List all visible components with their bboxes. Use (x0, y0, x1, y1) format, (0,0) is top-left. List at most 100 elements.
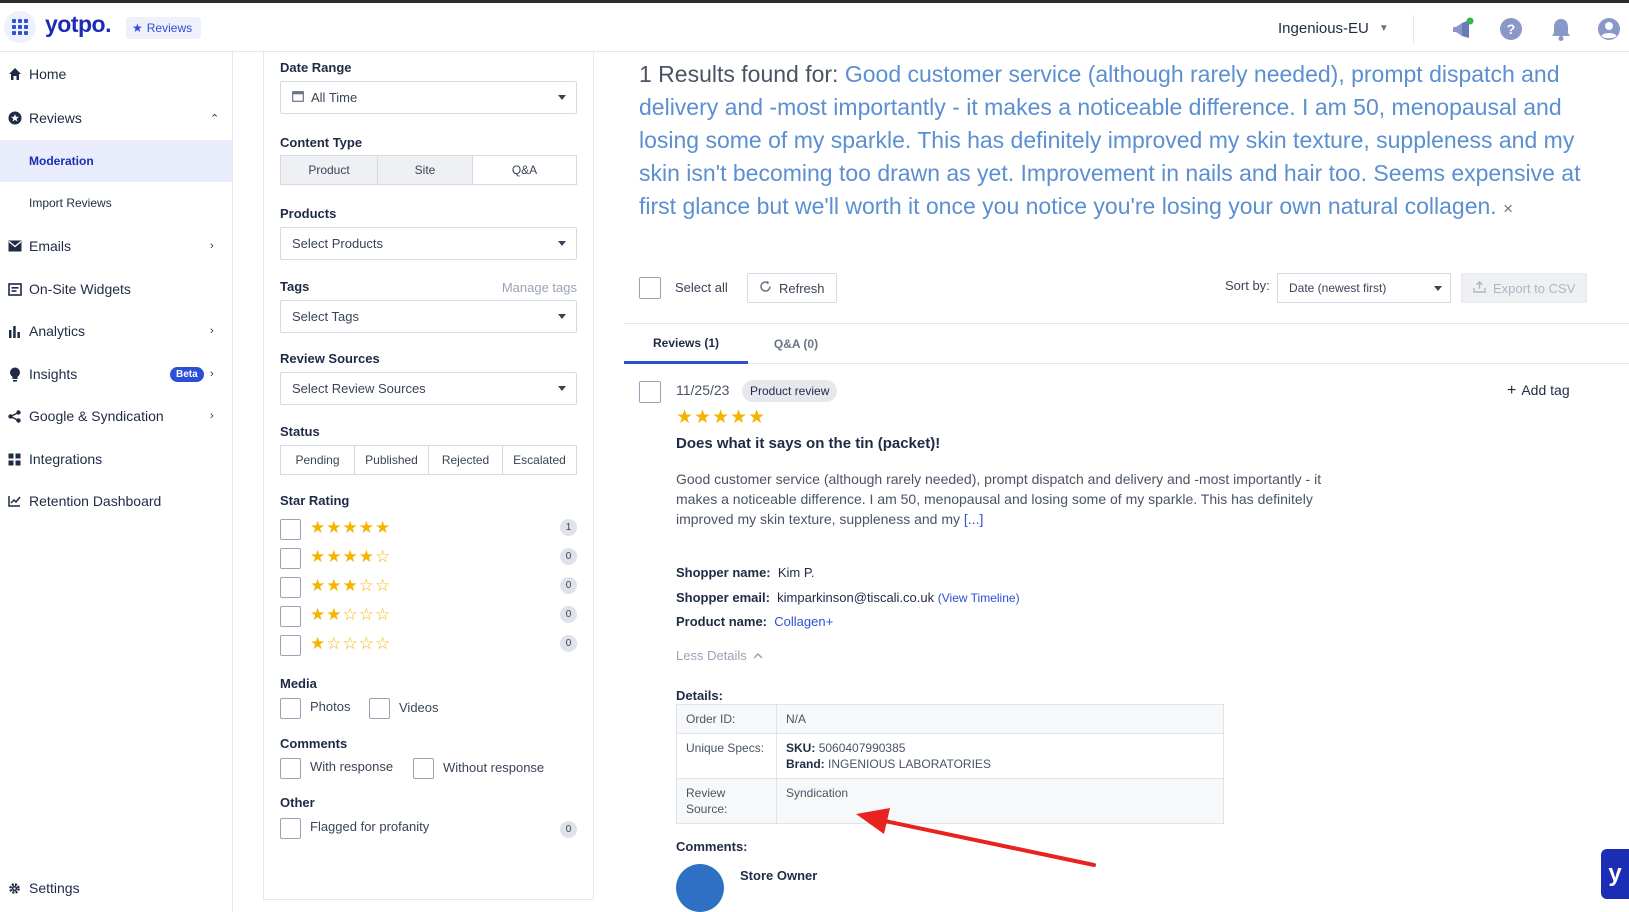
with-response-checkbox[interactable] (280, 758, 301, 779)
date-range-value: All Time (311, 90, 358, 105)
date-range-select[interactable]: All Time (280, 81, 577, 114)
less-details-toggle[interactable]: Less Details (676, 648, 763, 663)
videos-label: Videos (399, 700, 439, 715)
results-area: 1 Results found for: Good customer servi… (624, 52, 1629, 912)
nav-emails[interactable]: Emails › (0, 225, 232, 267)
videos-checkbox[interactable] (369, 698, 390, 719)
tags-title: Tags (280, 279, 310, 294)
select-all-checkbox[interactable] (639, 277, 661, 299)
without-response-label: Without response (443, 760, 545, 775)
nav-reviews[interactable]: Reviews ⌃ (0, 97, 232, 139)
sort-label: Sort by: (1225, 278, 1270, 293)
apps-grid-button[interactable] (4, 11, 36, 43)
nav-moderation[interactable]: Moderation (0, 140, 232, 182)
add-tag-button[interactable]: + Add tag (1507, 382, 1570, 400)
without-response-checkbox[interactable] (413, 758, 434, 779)
nav-settings[interactable]: Settings (0, 867, 232, 909)
nav-integrations[interactable]: Integrations (0, 438, 232, 480)
nav-label: Integrations (29, 451, 103, 467)
dropdown-arrow-icon (558, 241, 566, 246)
product-name-link[interactable]: Collagen+ (774, 614, 833, 629)
yotpo-logo[interactable]: yotpo. (45, 11, 112, 38)
grid-icon (12, 19, 28, 35)
nav-on-site-widgets[interactable]: On-Site Widgets (0, 268, 232, 310)
shopper-name-label: Shopper name: (676, 565, 771, 580)
store-selector[interactable]: Ingenious-EU ▼ (1278, 20, 1389, 37)
star-5-checkbox[interactable] (280, 519, 301, 540)
tags-select[interactable]: Select Tags (280, 300, 577, 333)
nav-analytics[interactable]: Analytics › (0, 310, 232, 352)
nav-import-reviews[interactable]: Import Reviews (0, 182, 232, 224)
filter-panel: Date Range All Time Content Type Product… (263, 52, 594, 900)
photos-checkbox[interactable] (280, 698, 301, 719)
status-pending[interactable]: Pending (281, 446, 355, 474)
manage-tags-link[interactable]: Manage tags (502, 280, 577, 295)
review-title: Does what it says on the tin (packet)! (676, 435, 941, 452)
plus-icon: + (1507, 382, 1517, 399)
nav-label: Insights (29, 366, 78, 382)
star-4-count: 0 (560, 548, 577, 565)
sku-label: SKU: (786, 741, 816, 755)
shopper-name-row: Shopper name: Kim P. (676, 565, 814, 580)
star-1-checkbox[interactable] (280, 635, 301, 656)
shopper-email-row: Shopper email: kimparkinson@tiscali.co.u… (676, 590, 1020, 605)
chevron-right-icon: › (210, 410, 214, 422)
product-switcher[interactable]: ★ Reviews (126, 17, 202, 39)
flagged-count: 0 (560, 821, 577, 838)
product-name-label: Product name: (676, 614, 768, 629)
yotpo-widget-launcher[interactable]: y (1601, 849, 1629, 899)
content-type-qa[interactable]: Q&A (473, 156, 576, 184)
read-more-link[interactable]: [...] (964, 511, 983, 527)
products-select[interactable]: Select Products (280, 227, 577, 260)
user-avatar-icon (1598, 18, 1620, 40)
flagged-profanity-checkbox[interactable] (280, 818, 301, 839)
content-type-product[interactable]: Product (281, 156, 378, 184)
review-source-value: Syndication (786, 786, 849, 800)
annotation-arrow-icon (856, 808, 1096, 867)
flagged-profanity-label: Flagged for profanity (310, 819, 430, 834)
help-button[interactable]: ? (1499, 17, 1523, 41)
with-response-label: With response (310, 759, 394, 774)
view-timeline-link[interactable]: (View Timeline) (938, 591, 1020, 605)
star-2-checkbox[interactable] (280, 606, 301, 627)
clear-search-icon[interactable]: × (1503, 199, 1513, 218)
content-type-title: Content Type (280, 135, 363, 150)
star-rating-title: Star Rating (280, 493, 350, 508)
content-type-site[interactable]: Site (378, 156, 473, 184)
notifications-button[interactable] (1549, 17, 1573, 41)
account-button[interactable] (1597, 17, 1621, 41)
sort-select[interactable]: Date (newest first) (1277, 273, 1451, 303)
tab-qa[interactable]: Q&A (0) (748, 324, 844, 364)
comments-title: Comments: (676, 839, 748, 854)
help-icon: ? (1500, 18, 1522, 40)
export-icon (1473, 280, 1486, 296)
sidebar: Home Reviews ⌃ Moderation Import Reviews… (0, 52, 233, 912)
nav-google-syndication[interactable]: Google & Syndication › (0, 395, 232, 437)
nav-home[interactable]: Home (0, 53, 232, 95)
products-title: Products (280, 206, 337, 221)
integrations-icon (7, 452, 22, 467)
export-csv-button[interactable]: Export to CSV (1461, 273, 1588, 303)
nav-label: Import Reviews (29, 196, 112, 210)
nav-insights[interactable]: Insights Beta › (0, 353, 232, 395)
unique-specs-label: Unique Specs: (677, 734, 777, 778)
dropdown-arrow-icon (1434, 286, 1442, 291)
status-published[interactable]: Published (355, 446, 429, 474)
refresh-button[interactable]: Refresh (747, 273, 837, 303)
nav-retention-dashboard[interactable]: Retention Dashboard (0, 480, 232, 522)
status-escalated[interactable]: Escalated (503, 446, 576, 474)
star-4-checkbox[interactable] (280, 548, 301, 569)
status-rejected[interactable]: Rejected (429, 446, 503, 474)
tab-reviews[interactable]: Reviews (1) (624, 324, 748, 364)
five-stars-icon: ★★★★★ (310, 518, 392, 537)
brand-value: INGENIOUS LABORATORIES (828, 757, 991, 771)
review-sources-select[interactable]: Select Review Sources (280, 372, 577, 405)
star-3-checkbox[interactable] (280, 577, 301, 598)
store-owner-avatar (676, 864, 724, 912)
nav-label: Google & Syndication (29, 408, 164, 424)
review-checkbox[interactable] (639, 381, 661, 403)
announcements-button[interactable] (1450, 17, 1474, 41)
results-heading: 1 Results found for: Good customer servi… (639, 58, 1599, 225)
bulb-icon (7, 367, 22, 382)
status-toggle: Pending Published Rejected Escalated (280, 445, 577, 475)
